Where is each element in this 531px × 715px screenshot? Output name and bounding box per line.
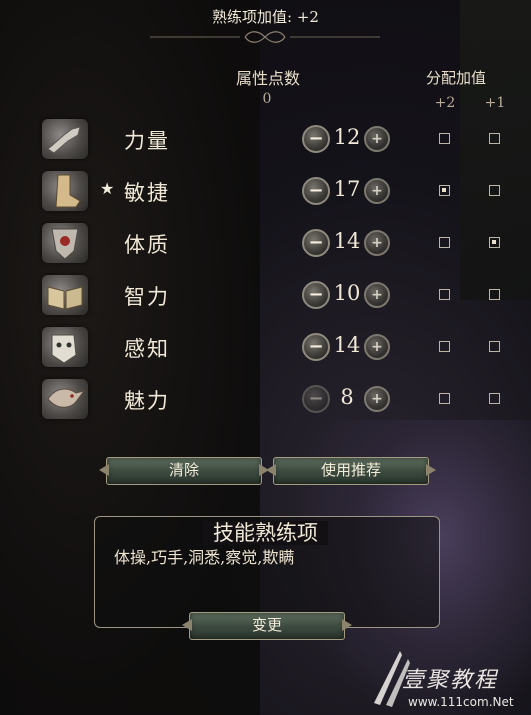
plus1-checkbox[interactable] — [489, 133, 500, 144]
gauntlet-icon — [42, 119, 88, 159]
attribute-name: 敏捷 — [124, 181, 170, 205]
ability-points-value: 0 — [262, 91, 272, 107]
decrease-button[interactable]: − — [302, 333, 330, 361]
plus1-checkbox[interactable] — [489, 185, 500, 196]
plus1-checkbox[interactable] — [489, 341, 500, 352]
increase-button[interactable]: + — [364, 230, 390, 256]
change-button[interactable]: 变更 — [189, 612, 345, 640]
attribute-name: 体质 — [124, 233, 170, 257]
decrease-button[interactable]: − — [302, 125, 330, 153]
bonus-plus1-header: +1 — [484, 95, 506, 111]
plus2-checkbox[interactable] — [439, 237, 450, 248]
attribute-score: 10 — [333, 281, 361, 305]
attribute-name: 魅力 — [124, 389, 170, 413]
increase-button[interactable]: + — [364, 282, 390, 308]
heart-shield-icon — [42, 223, 88, 263]
decrease-button[interactable]: − — [302, 229, 330, 257]
attribute-row-intelligence: 智力 − 10 + — [0, 271, 531, 319]
plus2-checkbox[interactable] — [439, 133, 450, 144]
bird-icon — [42, 379, 88, 419]
decrease-button[interactable]: − — [302, 385, 330, 413]
attribute-name: 智力 — [124, 285, 170, 309]
attribute-row-strength: 力量 − 12 + — [0, 115, 531, 163]
mask-icon — [42, 327, 88, 367]
plus1-checkbox[interactable] — [489, 393, 500, 404]
decrease-button[interactable]: − — [302, 281, 330, 309]
attribute-row-charisma: 魅力 − 8 + — [0, 375, 531, 423]
attribute-name: 力量 — [124, 129, 170, 153]
attribute-name: 感知 — [124, 337, 170, 361]
plus1-checkbox[interactable] — [489, 289, 500, 300]
skill-proficiencies-list: 体操,巧手,洞悉,察觉,欺瞒 — [114, 548, 295, 567]
attribute-row-constitution: 体质 − 14 + — [0, 219, 531, 267]
plus1-checkbox[interactable] — [489, 237, 500, 248]
attribute-row-dexterity: ★ 敏捷 − 17 + — [0, 167, 531, 215]
attribute-score: 8 — [340, 385, 354, 409]
plus2-checkbox[interactable] — [439, 185, 450, 196]
increase-button[interactable]: + — [364, 126, 390, 152]
increase-button[interactable]: + — [364, 386, 390, 412]
plus2-checkbox[interactable] — [439, 341, 450, 352]
use-recommended-button[interactable]: 使用推荐 — [273, 457, 429, 485]
watermark-url: www.111com.Net — [408, 695, 514, 709]
attribute-score: 14 — [333, 333, 361, 357]
plus2-checkbox[interactable] — [439, 289, 450, 300]
attribute-row-wisdom: 感知 − 14 + — [0, 323, 531, 371]
recommended-star-icon: ★ — [100, 179, 115, 198]
increase-button[interactable]: + — [364, 178, 390, 204]
header-ornament — [150, 31, 380, 43]
attribute-score: 12 — [333, 125, 361, 149]
boot-icon — [42, 171, 88, 211]
increase-button[interactable]: + — [364, 334, 390, 360]
plus2-checkbox[interactable] — [439, 393, 450, 404]
attribute-score: 17 — [333, 177, 361, 201]
bonus-plus2-header: +2 — [434, 95, 456, 111]
ability-points-label: 属性点数 — [235, 69, 300, 88]
skill-proficiencies-title: 技能熟练项 — [0, 517, 531, 547]
bonus-allocation-label: 分配加值 — [425, 69, 486, 87]
clear-button[interactable]: 清除 — [106, 457, 262, 485]
proficiency-bonus-title: 熟练项加值: +2 — [212, 8, 319, 26]
book-icon — [42, 275, 88, 315]
attribute-score: 14 — [333, 229, 361, 253]
watermark-text: 壹聚教程 — [402, 668, 499, 693]
decrease-button[interactable]: − — [302, 177, 330, 205]
